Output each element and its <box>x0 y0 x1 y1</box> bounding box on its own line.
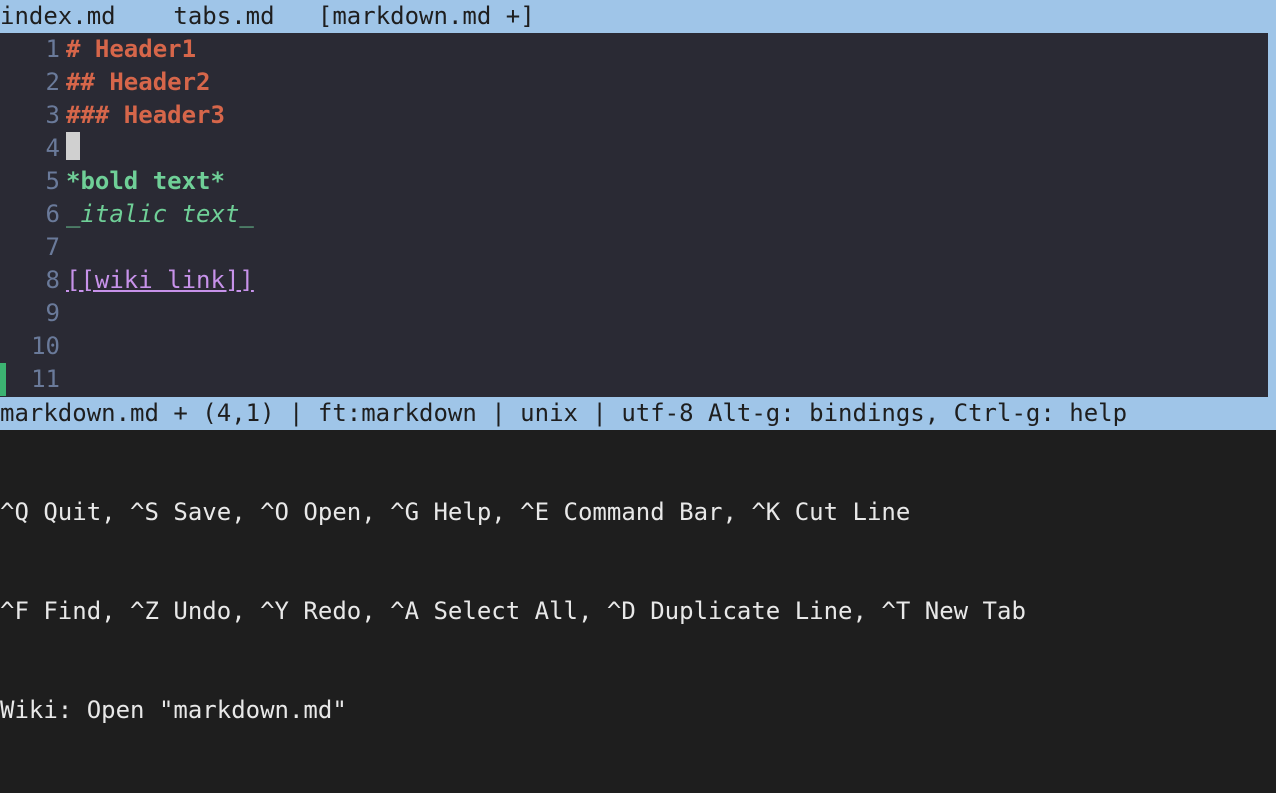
editor-line[interactable]: 9 <box>0 297 1276 330</box>
help-bar: ^Q Quit, ^S Save, ^O Open, ^G Help, ^E C… <box>0 430 1276 793</box>
token: *bold text* <box>66 167 225 195</box>
editor-lines: 1# Header12## Header23### Header345*bold… <box>0 33 1276 397</box>
tab-tabs[interactable]: tabs.md <box>173 0 274 33</box>
line-number: 9 <box>0 297 64 330</box>
editor-line[interactable]: 2## Header2 <box>0 66 1276 99</box>
line-content[interactable]: _italic text_ <box>64 198 254 231</box>
line-content[interactable] <box>64 297 66 330</box>
line-content[interactable]: * bullet list item 1 <box>64 396 355 397</box>
editor-line[interactable]: 7 <box>0 231 1276 264</box>
help-row-2: ^F Find, ^Z Undo, ^Y Redo, ^A Select All… <box>0 595 1276 628</box>
editor-line[interactable]: 11 <box>0 363 1276 396</box>
line-content[interactable] <box>64 231 66 264</box>
line-number: 12 <box>0 396 64 397</box>
token: _italic text_ <box>66 200 254 228</box>
gutter-mark <box>0 363 6 396</box>
editor-line[interactable]: 8[[wiki link]] <box>0 264 1276 297</box>
line-content[interactable]: ### Header3 <box>64 99 225 132</box>
line-number: 7 <box>0 231 64 264</box>
line-number: 4 <box>0 132 64 165</box>
token: ## Header2 <box>66 68 211 96</box>
line-number: 8 <box>0 264 64 297</box>
line-number: 11 <box>0 363 64 396</box>
token: ### Header3 <box>66 101 225 129</box>
editor-line[interactable]: 4 <box>0 132 1276 165</box>
line-number: 6 <box>0 198 64 231</box>
line-number: 3 <box>0 99 64 132</box>
token: [[wiki link]] <box>66 266 254 294</box>
line-content[interactable]: *bold text* <box>64 165 225 198</box>
tab-index[interactable]: index.md <box>0 0 116 33</box>
editor-line[interactable]: 5*bold text* <box>0 165 1276 198</box>
vertical-scrollbar[interactable] <box>1268 33 1276 397</box>
editor-line[interactable]: 6_italic text_ <box>0 198 1276 231</box>
tab-bar: index.md tabs.md [markdown.md +] <box>0 0 1276 33</box>
line-content[interactable]: # Header1 <box>64 33 196 66</box>
scrollbar-thumb[interactable] <box>1268 33 1276 397</box>
line-number: 5 <box>0 165 64 198</box>
line-number: 10 <box>0 330 64 363</box>
tab-markdown[interactable]: [markdown.md +] <box>318 0 535 33</box>
token: # Header1 <box>66 35 196 63</box>
line-content[interactable] <box>64 132 80 165</box>
line-content[interactable] <box>64 363 66 396</box>
editor-line[interactable]: 12* bullet list item 1 <box>0 396 1276 397</box>
help-row-1: ^Q Quit, ^S Save, ^O Open, ^G Help, ^E C… <box>0 496 1276 529</box>
editor-line[interactable]: 10 <box>0 330 1276 363</box>
line-number: 1 <box>0 33 64 66</box>
editor-app: index.md tabs.md [markdown.md +] 1# Head… <box>0 0 1276 793</box>
editor-line[interactable]: 1# Header1 <box>0 33 1276 66</box>
text-cursor <box>66 132 80 160</box>
editor-line[interactable]: 3### Header3 <box>0 99 1276 132</box>
line-content[interactable]: ## Header2 <box>64 66 211 99</box>
line-content[interactable]: [[wiki link]] <box>64 264 254 297</box>
status-bar: markdown.md + (4,1) | ft:markdown | unix… <box>0 397 1276 430</box>
editor-area[interactable]: 1# Header12## Header23### Header345*bold… <box>0 33 1276 397</box>
line-number: 2 <box>0 66 64 99</box>
line-content[interactable] <box>64 330 66 363</box>
help-row-3: Wiki: Open "markdown.md" <box>0 694 1276 727</box>
